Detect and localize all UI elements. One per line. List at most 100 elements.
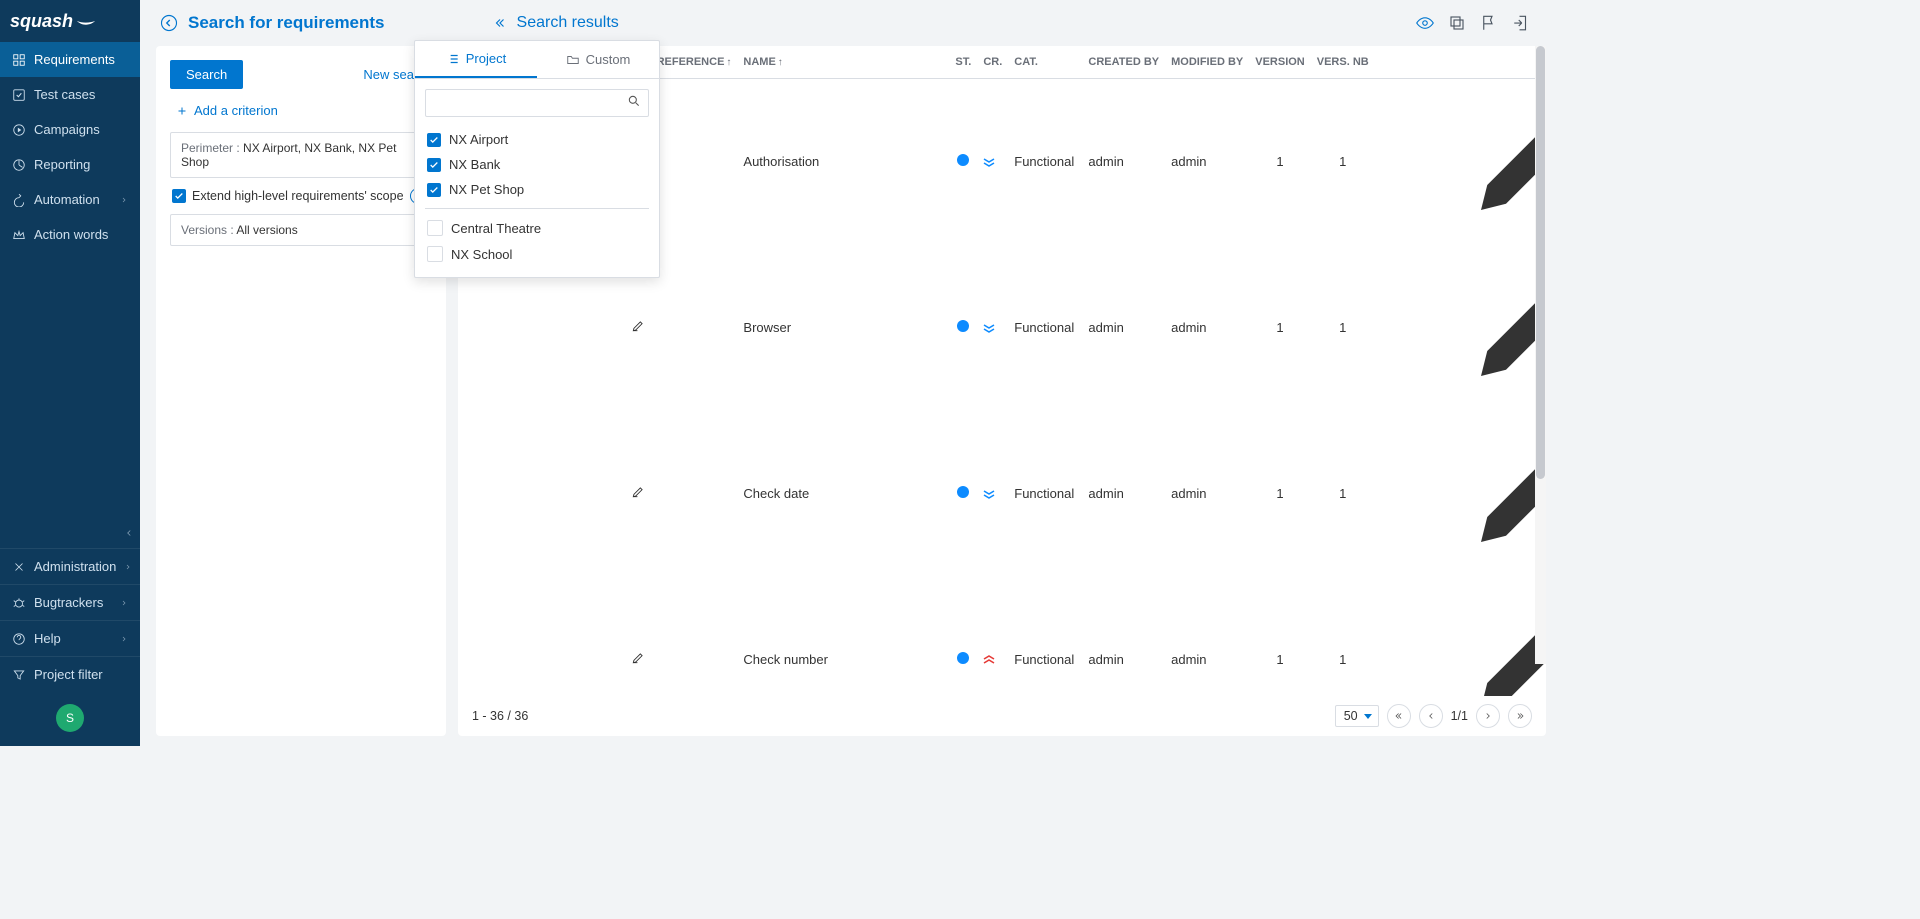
page-last[interactable] [1508, 704, 1532, 728]
logo: squash [0, 0, 140, 42]
col-version[interactable]: VERSION [1249, 46, 1311, 79]
add-criterion-link[interactable]: Add a criterion [176, 103, 432, 118]
col-versnb[interactable]: VERS. NB [1311, 46, 1375, 79]
col-reference[interactable]: REFERENCE [657, 56, 725, 68]
sidebar: squash RequirementsTest casesCampaignsRe… [0, 0, 140, 746]
bugtrackers-icon [12, 596, 26, 610]
status-dot [949, 245, 977, 411]
requirement-name[interactable]: Authorisation [737, 79, 949, 245]
results-count: 1 - 36 / 36 [472, 709, 528, 723]
actionwords-icon [12, 228, 26, 242]
status-dot [949, 79, 977, 245]
project-option[interactable]: NX Bank [425, 152, 649, 177]
campaigns-icon [12, 123, 26, 137]
page-next[interactable] [1476, 704, 1500, 728]
criticality-icon [977, 245, 1008, 411]
page-indicator: 1/1 [1451, 709, 1468, 723]
plus-icon [176, 105, 188, 117]
sidebar-item-testcases[interactable]: Test cases [0, 77, 140, 112]
checkbox[interactable] [427, 183, 441, 197]
search-icon [627, 94, 641, 108]
project-option[interactable]: Central Theatre [425, 215, 649, 241]
help-icon [12, 632, 26, 646]
project-option[interactable]: NX Pet Shop [425, 177, 649, 202]
edit-row-icon[interactable] [1375, 411, 1546, 577]
edit-row-icon[interactable] [1375, 245, 1546, 411]
sidebar-item-campaigns[interactable]: Campaigns [0, 112, 140, 147]
edit-icon[interactable] [625, 411, 651, 577]
extend-scope-label: Extend high-level requirements' scope [192, 189, 404, 203]
page-size-select[interactable]: 50 [1335, 705, 1379, 727]
user-avatar[interactable]: S [56, 704, 84, 732]
copy-icon[interactable] [1448, 14, 1466, 32]
requirement-name[interactable]: Browser [737, 245, 949, 411]
testcases-icon [12, 88, 26, 102]
flag-icon[interactable] [1480, 14, 1498, 32]
projectfilter-icon [12, 668, 26, 682]
sidebar-item-bugtrackers[interactable]: Bugtrackers [0, 584, 140, 620]
popover-search-input[interactable] [425, 89, 649, 117]
col-modified-by[interactable]: MODIFIED BY [1165, 46, 1249, 79]
sidebar-item-help[interactable]: Help [0, 620, 140, 656]
sidebar-collapse[interactable] [0, 518, 140, 548]
search-results-title: Search results [493, 14, 619, 32]
checkbox[interactable] [427, 158, 441, 172]
chevron-right-icon [120, 192, 128, 207]
view-icon[interactable] [1416, 14, 1434, 32]
edit-row-icon[interactable] [1375, 577, 1546, 697]
logo-text: squash [10, 11, 73, 32]
reporting-icon [12, 158, 26, 172]
sidebar-item-administration[interactable]: Administration [0, 548, 140, 584]
chevron-right-icon [120, 631, 128, 646]
search-button[interactable]: Search [170, 60, 243, 89]
header-title-search: Search for requirements [188, 13, 385, 33]
folder-outline-icon [566, 53, 580, 67]
list-icon [446, 52, 460, 66]
automation-icon [12, 193, 26, 207]
project-option[interactable]: NX School [425, 241, 649, 267]
status-dot [949, 411, 977, 577]
col-name[interactable]: NAME [743, 56, 775, 68]
chevron-right-icon [124, 559, 132, 574]
page-prev[interactable] [1419, 704, 1443, 728]
perimeter-popover: Project Custom NX AirportNX BankNX Pet S… [414, 40, 660, 278]
edit-icon[interactable] [625, 577, 651, 697]
table-row[interactable]: Check numberFunctionaladminadmin11 [458, 577, 1546, 697]
page-first[interactable] [1387, 704, 1411, 728]
scrollbar[interactable] [1535, 46, 1546, 664]
sidebar-item-projectfilter[interactable]: Project filter [0, 656, 140, 692]
criticality-icon [977, 79, 1008, 245]
checkbox[interactable] [427, 220, 443, 236]
col-created-by[interactable]: CREATED BY [1082, 46, 1165, 79]
table-row[interactable]: Check dateFunctionaladminadmin11 [458, 411, 1546, 577]
col-criticality[interactable]: CR. [977, 46, 1008, 79]
sidebar-item-reporting[interactable]: Reporting [0, 147, 140, 182]
extend-scope-checkbox[interactable] [172, 189, 186, 203]
tab-project[interactable]: Project [415, 41, 537, 78]
back-to-search[interactable]: Search for requirements [160, 13, 385, 33]
chevron-left-double-icon [493, 16, 507, 30]
perimeter-criterion[interactable]: Perimeter : NX Airport, NX Bank, NX Pet … [170, 132, 432, 178]
checkbox[interactable] [427, 246, 443, 262]
administration-icon [12, 560, 26, 574]
col-status[interactable]: ST. [949, 46, 977, 79]
requirement-name[interactable]: Check date [737, 411, 949, 577]
criticality-icon [977, 577, 1008, 697]
requirement-name[interactable]: Check number [737, 577, 949, 697]
edit-row-icon[interactable] [1375, 79, 1546, 245]
status-dot [949, 577, 977, 697]
checkbox[interactable] [427, 133, 441, 147]
versions-criterion[interactable]: Versions : All versions [170, 214, 432, 246]
sidebar-item-requirements[interactable]: Requirements [0, 42, 140, 77]
tab-custom[interactable]: Custom [537, 41, 659, 78]
sidebar-item-automation[interactable]: Automation [0, 182, 140, 217]
header-title-results: Search results [517, 14, 619, 32]
col-category[interactable]: CAT. [1008, 46, 1082, 79]
requirements-icon [12, 53, 26, 67]
back-icon [160, 14, 178, 32]
sidebar-item-actionwords[interactable]: Action words [0, 217, 140, 252]
export-icon[interactable] [1512, 14, 1530, 32]
criticality-icon [977, 411, 1008, 577]
search-panel: Search New search Add a criterion Perime… [156, 46, 446, 736]
project-option[interactable]: NX Airport [425, 127, 649, 152]
